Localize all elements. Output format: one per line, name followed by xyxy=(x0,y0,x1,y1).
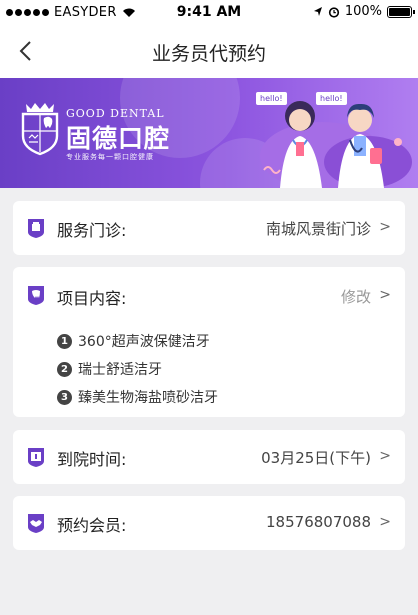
project-card: 项目内容: 修改 > 1 360°超声波保健洁牙 2 瑞士舒适洁牙 3 臻美生物… xyxy=(13,267,405,417)
item-number-badge: 2 xyxy=(57,361,72,377)
project-item-name: 臻美生物海盐喷砂洁牙 xyxy=(78,390,218,406)
member-phone-value: 18576807088 xyxy=(266,513,371,531)
clinic-row[interactable]: 服务门诊: 南城风景街门诊 > xyxy=(13,201,405,255)
status-bar: EASYDER 9:41 AM 100% xyxy=(0,0,418,26)
chevron-right-icon[interactable]: > xyxy=(379,287,391,303)
chevron-right-icon: > xyxy=(379,514,391,530)
brand-chinese-name: 固德口腔 xyxy=(66,124,171,153)
tooth-shield-logo-icon xyxy=(21,103,59,156)
project-item: 3 臻美生物海盐喷砂洁牙 xyxy=(57,383,218,411)
chevron-right-icon: > xyxy=(379,448,391,464)
arrival-time-label: 到院时间: xyxy=(57,450,127,469)
page-title: 业务员代预约 xyxy=(151,43,266,65)
project-item-name: 瑞士舒适洁牙 xyxy=(78,362,162,378)
nav-bar: 业务员代预约 xyxy=(0,26,418,78)
project-item: 1 360°超声波保健洁牙 xyxy=(57,327,218,355)
location-icon xyxy=(313,7,322,16)
member-label: 预约会员: xyxy=(57,516,127,535)
hello-bubble: hello! xyxy=(256,92,287,105)
item-number-badge: 3 xyxy=(57,389,72,405)
clinic-icon xyxy=(28,219,44,238)
arrival-time-value: 03月25日(下午) xyxy=(261,449,371,467)
project-item-list: 1 360°超声波保健洁牙 2 瑞士舒适洁牙 3 臻美生物海盐喷砂洁牙 xyxy=(57,327,218,411)
clinic-label: 服务门诊: xyxy=(57,221,127,240)
hello-bubble: hello! xyxy=(316,92,347,105)
handshake-icon xyxy=(28,514,44,533)
status-right: 100% xyxy=(313,4,415,19)
alarm-icon xyxy=(328,6,339,18)
brand-slogan: 专业服务每一颗口腔健康 xyxy=(66,153,154,161)
doctors-illustration: hello! hello! xyxy=(250,78,418,188)
project-edit-button[interactable]: 修改 xyxy=(341,286,371,307)
member-row[interactable]: 预约会员: 18576807088 > xyxy=(13,496,405,550)
brand-banner: GOOD DENTAL 固德口腔 专业服务每一颗口腔健康 hello! hell… xyxy=(0,78,418,188)
tooth-icon xyxy=(28,286,44,305)
clinic-value: 南城风景街门诊 xyxy=(265,220,371,238)
chevron-right-icon: > xyxy=(379,219,391,235)
battery-percent: 100% xyxy=(344,4,382,19)
project-label: 项目内容: xyxy=(57,289,127,308)
project-item: 2 瑞士舒适洁牙 xyxy=(57,355,218,383)
item-number-badge: 1 xyxy=(57,333,72,349)
battery-icon xyxy=(387,5,415,18)
calendar-icon xyxy=(28,448,44,467)
project-item-name: 360°超声波保健洁牙 xyxy=(78,334,210,350)
arrival-time-row[interactable]: 到院时间: 03月25日(下午) > xyxy=(13,430,405,484)
